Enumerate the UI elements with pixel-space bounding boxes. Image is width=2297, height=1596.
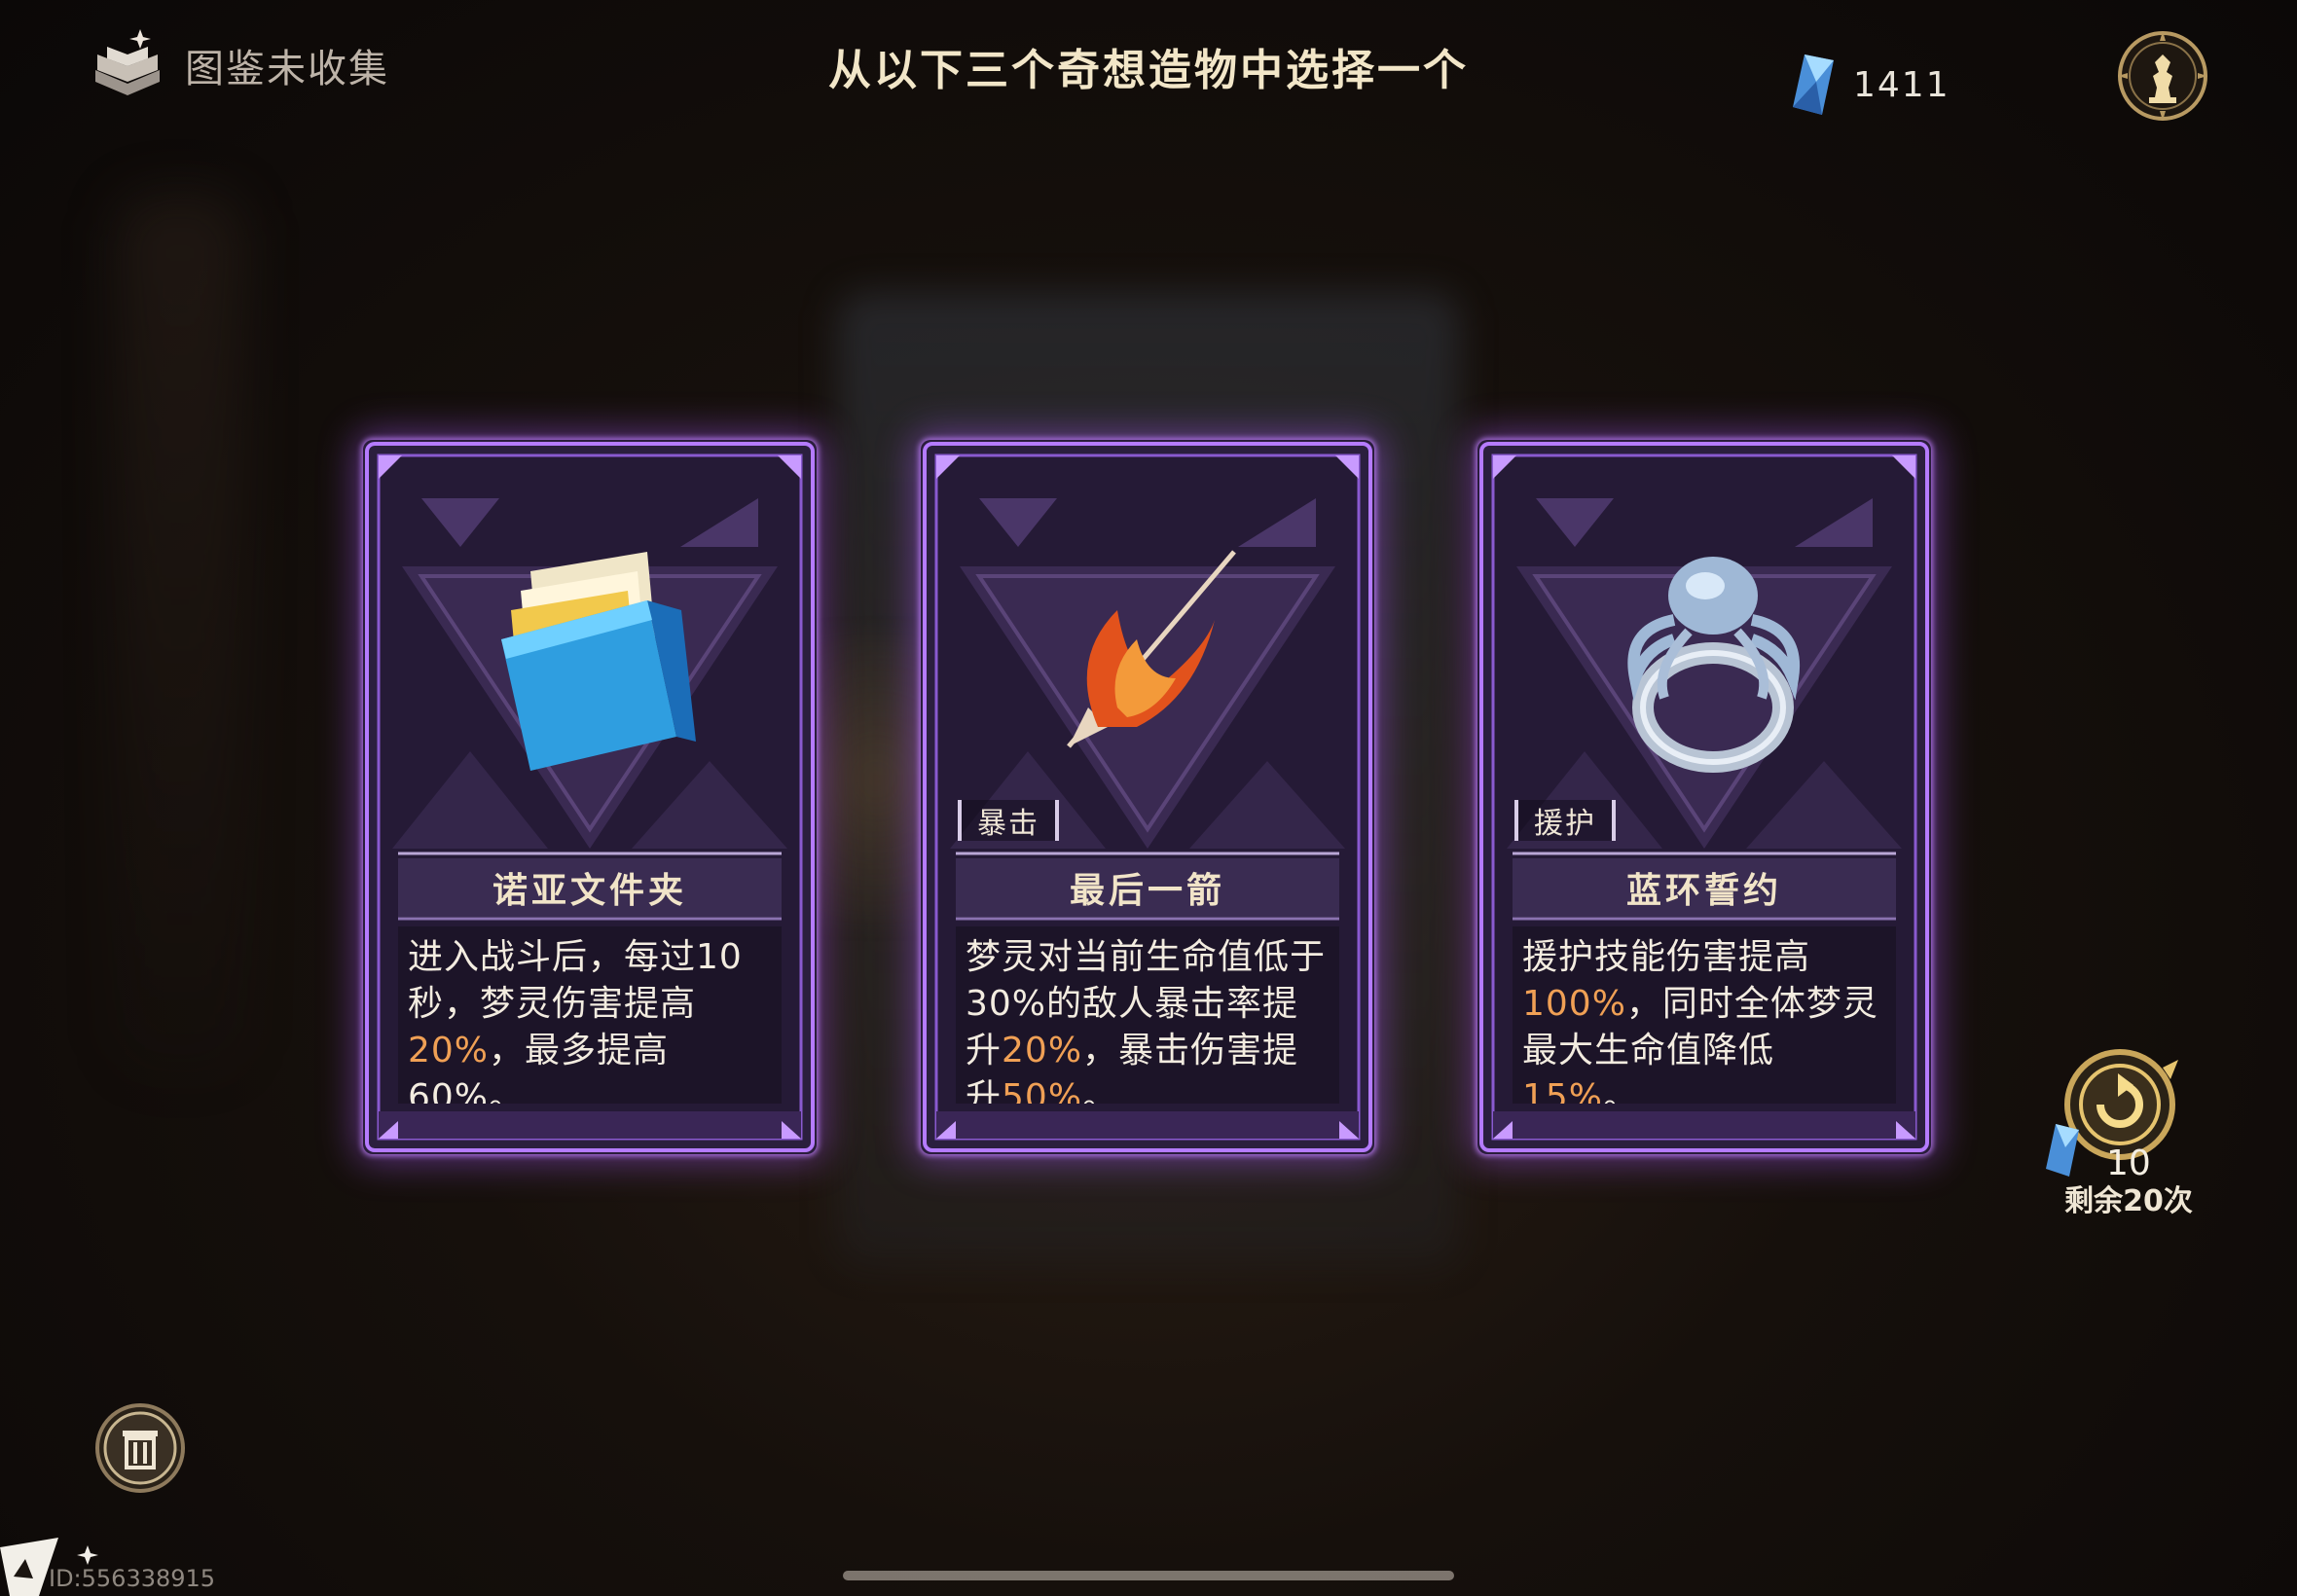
refresh-button[interactable]: 10 剩余20次 xyxy=(2044,1046,2200,1221)
currency-value: 1411 xyxy=(1853,64,1951,105)
background-blur-column xyxy=(117,195,243,1070)
tag-badge: 援护 xyxy=(1514,800,1616,841)
card-name: 诺亚文件夹 xyxy=(492,871,687,911)
currency-display: 1411 xyxy=(1791,53,1951,117)
page-title: 从以下三个奇想造物中选择一个 xyxy=(828,46,1469,95)
crystal-icon xyxy=(1793,54,1834,115)
desc-text: 。 xyxy=(1082,1077,1119,1104)
chess-emblem-icon[interactable] xyxy=(2114,27,2211,125)
card-description: 进入战斗后，每过10秒，梦灵伤害提高20%，最多提高60%。 xyxy=(400,926,784,1104)
card-description: 援护技能伤害提高100%，同时全体梦灵最大生命值降低15%。 xyxy=(1514,926,1898,1104)
desc-highlight: 50% xyxy=(1002,1077,1083,1104)
desc-highlight: 100% xyxy=(1522,984,1626,1024)
card-name: 蓝环誓约 xyxy=(1625,871,1782,911)
desc-text: 。 xyxy=(1603,1077,1640,1104)
home-indicator[interactable] xyxy=(843,1571,1454,1580)
card-description: 梦灵对当前生命值低于30%的敌人暴击率提升20%，暴击伤害提升50%。 xyxy=(958,926,1341,1104)
crystal-icon xyxy=(2046,1124,2079,1177)
tag-badge: 暴击 xyxy=(958,800,1059,841)
desc-text: 援护技能伤害提高 xyxy=(1522,937,1811,977)
desc-highlight: 20% xyxy=(408,1031,490,1070)
artifact-card-2[interactable]: 暴击 最后一箭 梦灵对当前生命值低于30%的敌人暴击率提升20%，暴击伤害提升5… xyxy=(921,440,1374,1154)
octopus-ring-icon xyxy=(1627,557,1801,773)
artifact-card-3[interactable]: 援护 蓝环誓约 援护技能伤害提高100%，同时全体梦灵最大生命值降低15%。 xyxy=(1477,440,1931,1154)
card-name: 最后一箭 xyxy=(1069,871,1225,911)
desc-highlight: 15% xyxy=(1522,1077,1604,1104)
discard-icon[interactable] xyxy=(93,1401,187,1495)
artifact-card-1[interactable]: 诺亚文件夹 进入战斗后，每过10秒，梦灵伤害提高20%，最多提高60%。 xyxy=(363,440,817,1154)
user-id: ID:556338915 xyxy=(49,1565,216,1592)
flaming-arrow-icon xyxy=(1067,550,1236,748)
desc-highlight: 20% xyxy=(1002,1031,1083,1070)
blue-folder-icon xyxy=(501,552,696,771)
desc-text: 进入战斗后，每过10秒，梦灵伤害提高 xyxy=(408,937,743,1024)
refresh-remaining: 剩余20次 xyxy=(2064,1184,2193,1218)
